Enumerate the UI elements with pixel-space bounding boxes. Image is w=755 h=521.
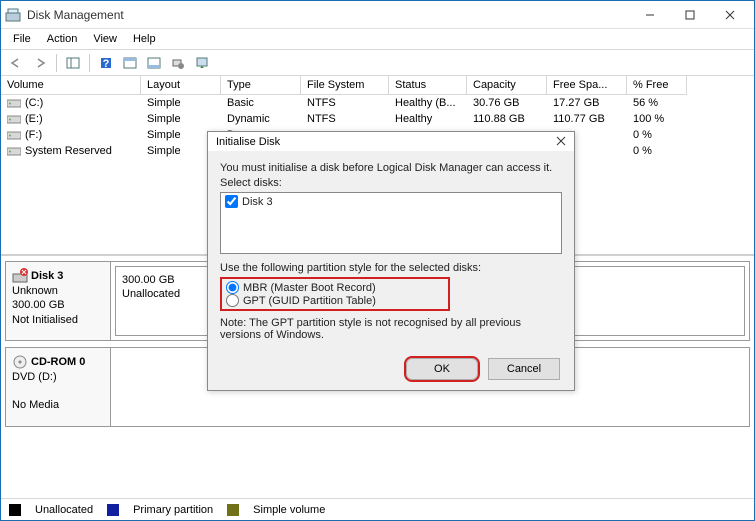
cell-volume: (F:) bbox=[1, 127, 141, 143]
titlebar: Disk Management bbox=[1, 1, 754, 29]
disk-init: Not Initialised bbox=[12, 313, 104, 327]
gpt-radio[interactable] bbox=[226, 294, 239, 307]
dialog-buttons: OK Cancel bbox=[208, 352, 574, 390]
col-type[interactable]: Type bbox=[221, 76, 301, 95]
menu-view[interactable]: View bbox=[85, 31, 125, 47]
cell-type: Basic bbox=[221, 95, 301, 111]
svg-text:?: ? bbox=[103, 58, 110, 70]
initialise-disk-dialog: Initialise Disk You must initialise a di… bbox=[207, 131, 575, 391]
dialog-titlebar: Initialise Disk bbox=[208, 132, 574, 151]
disk-info: Disk 3Unknown300.00 GBNot Initialised bbox=[6, 262, 111, 340]
refresh-button[interactable] bbox=[191, 52, 213, 74]
disk-size: 300.00 GB bbox=[12, 298, 104, 312]
legend-unallocated: Unallocated bbox=[35, 504, 93, 516]
help-button[interactable]: ? bbox=[95, 52, 117, 74]
gpt-note: Note: The GPT partition style is not rec… bbox=[220, 317, 562, 341]
cell-layout: Simple bbox=[141, 111, 221, 127]
disk3-checkbox[interactable] bbox=[225, 195, 238, 208]
view-top-button[interactable] bbox=[119, 52, 141, 74]
cell-capacity: 30.76 GB bbox=[467, 95, 547, 111]
volume-row[interactable]: (C:)SimpleBasicNTFSHealthy (B...30.76 GB… bbox=[1, 95, 754, 111]
menubar: File Action View Help bbox=[1, 29, 754, 50]
cell-type: Dynamic bbox=[221, 111, 301, 127]
cell-pct: 100 % bbox=[627, 111, 687, 127]
forward-button[interactable] bbox=[29, 52, 51, 74]
disk-select-list[interactable]: Disk 3 bbox=[220, 192, 562, 254]
disk-name: Disk 3 bbox=[12, 268, 104, 284]
disk-init: No Media bbox=[12, 398, 104, 412]
close-button[interactable] bbox=[710, 2, 750, 28]
select-disks-label: Select disks: bbox=[220, 177, 562, 189]
col-freespace[interactable]: Free Spa... bbox=[547, 76, 627, 95]
menu-action[interactable]: Action bbox=[39, 31, 86, 47]
toolbar: ? bbox=[1, 50, 754, 76]
separator bbox=[56, 54, 57, 72]
col-pctfree[interactable]: % Free bbox=[627, 76, 687, 95]
back-button[interactable] bbox=[5, 52, 27, 74]
menu-help[interactable]: Help bbox=[125, 31, 164, 47]
app-icon bbox=[5, 7, 21, 23]
show-hide-tree-button[interactable] bbox=[62, 52, 84, 74]
dialog-title: Initialise Disk bbox=[216, 136, 280, 148]
volume-row[interactable]: (E:)SimpleDynamicNTFSHealthy110.88 GB110… bbox=[1, 111, 754, 127]
cell-pct: 0 % bbox=[627, 127, 687, 143]
settings-button[interactable] bbox=[167, 52, 189, 74]
disk-info: CD-ROM 0DVD (D:) No Media bbox=[6, 348, 111, 426]
cell-volume: (C:) bbox=[1, 95, 141, 111]
cell-fs: NTFS bbox=[301, 95, 389, 111]
separator bbox=[89, 54, 90, 72]
disk-name: CD-ROM 0 bbox=[12, 354, 104, 370]
dialog-instruction: You must initialise a disk before Logica… bbox=[220, 162, 562, 174]
gpt-label: GPT (GUID Partition Table) bbox=[243, 295, 376, 307]
col-volume[interactable]: Volume bbox=[1, 76, 141, 95]
legend: Unallocated Primary partition Simple vol… bbox=[1, 498, 754, 520]
mbr-radio[interactable] bbox=[226, 281, 239, 294]
legend-swatch-primary bbox=[107, 504, 119, 516]
gpt-radio-row[interactable]: GPT (GUID Partition Table) bbox=[226, 294, 444, 307]
window-title: Disk Management bbox=[27, 8, 630, 22]
col-capacity[interactable]: Capacity bbox=[467, 76, 547, 95]
col-status[interactable]: Status bbox=[389, 76, 467, 95]
cell-free: 110.77 GB bbox=[547, 111, 627, 127]
cell-status: Healthy bbox=[389, 111, 467, 127]
legend-swatch-unallocated bbox=[9, 504, 21, 516]
dialog-body: You must initialise a disk before Logica… bbox=[208, 151, 574, 352]
disk3-label: Disk 3 bbox=[242, 196, 273, 208]
ok-button[interactable]: OK bbox=[406, 358, 478, 380]
mbr-radio-row[interactable]: MBR (Master Boot Record) bbox=[226, 281, 444, 294]
column-headers: Volume Layout Type File System Status Ca… bbox=[1, 76, 754, 95]
dialog-close-button[interactable] bbox=[556, 134, 566, 149]
cell-fs: NTFS bbox=[301, 111, 389, 127]
main-window: Disk Management File Action View Help ? … bbox=[0, 0, 755, 521]
legend-simple: Simple volume bbox=[253, 504, 325, 516]
menu-file[interactable]: File bbox=[5, 31, 39, 47]
partition-style-label: Use the following partition style for th… bbox=[220, 262, 562, 274]
cell-capacity: 110.88 GB bbox=[467, 111, 547, 127]
col-filesystem[interactable]: File System bbox=[301, 76, 389, 95]
cell-pct: 0 % bbox=[627, 143, 687, 159]
cell-pct: 56 % bbox=[627, 95, 687, 111]
cell-volume: System Reserved bbox=[1, 143, 141, 159]
cell-status: Healthy (B... bbox=[389, 95, 467, 111]
view-bottom-button[interactable] bbox=[143, 52, 165, 74]
mbr-label: MBR (Master Boot Record) bbox=[243, 282, 376, 294]
cell-free: 17.27 GB bbox=[547, 95, 627, 111]
legend-swatch-simple bbox=[227, 504, 239, 516]
minimize-button[interactable] bbox=[630, 2, 670, 28]
cancel-button[interactable]: Cancel bbox=[488, 358, 560, 380]
col-layout[interactable]: Layout bbox=[141, 76, 221, 95]
cell-layout: Simple bbox=[141, 95, 221, 111]
disk-checkbox-item[interactable]: Disk 3 bbox=[225, 195, 557, 208]
disk-status: Unknown bbox=[12, 284, 104, 298]
maximize-button[interactable] bbox=[670, 2, 710, 28]
disk-status: DVD (D:) bbox=[12, 370, 104, 384]
cell-volume: (E:) bbox=[1, 111, 141, 127]
legend-primary: Primary partition bbox=[133, 504, 213, 516]
partition-style-group: MBR (Master Boot Record) GPT (GUID Parti… bbox=[220, 277, 450, 311]
